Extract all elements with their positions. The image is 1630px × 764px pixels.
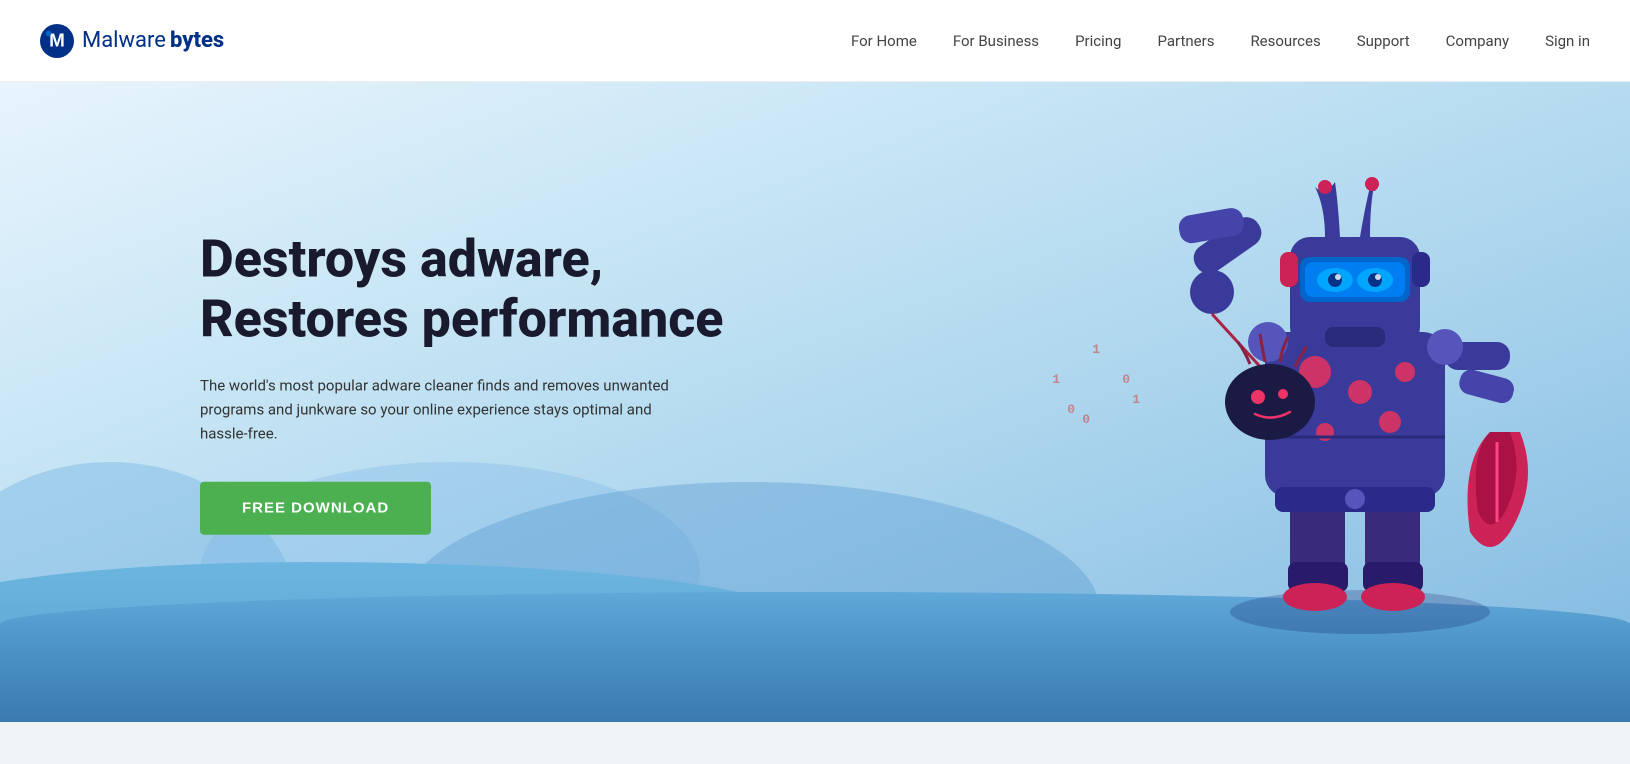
binary-4: 0 bbox=[1082, 412, 1090, 427]
nav-for-business[interactable]: For Business bbox=[953, 32, 1039, 50]
nav-resources[interactable]: Resources bbox=[1250, 32, 1320, 50]
binary-6: 0 bbox=[1067, 402, 1075, 417]
robot-illustration bbox=[1150, 142, 1570, 642]
bottom-strip bbox=[0, 722, 1630, 764]
robot-svg bbox=[1150, 142, 1570, 642]
site-header: M Malwarebytes For Home For Business Pri… bbox=[0, 0, 1630, 82]
hero-title: Destroys adware, Restores performance bbox=[200, 230, 724, 350]
hero-content: Destroys adware, Restores performance Th… bbox=[200, 230, 724, 535]
logo-malware: Malware bbox=[82, 28, 166, 53]
nav-support[interactable]: Support bbox=[1357, 32, 1410, 50]
nav-company[interactable]: Company bbox=[1446, 32, 1509, 50]
hero-section: 1 0 1 0 1 0 Destroys adware, Restores pe… bbox=[0, 82, 1630, 722]
free-download-button[interactable]: FREE DOWNLOAD bbox=[200, 481, 431, 534]
nav-partners[interactable]: Partners bbox=[1157, 32, 1214, 50]
binary-2: 0 bbox=[1122, 372, 1130, 387]
binary-5: 1 bbox=[1052, 372, 1060, 387]
main-nav: For Home For Business Pricing Partners R… bbox=[851, 32, 1590, 50]
logo-bytes: bytes bbox=[170, 28, 224, 53]
nav-pricing[interactable]: Pricing bbox=[1075, 32, 1121, 50]
nav-for-home[interactable]: For Home bbox=[851, 32, 917, 50]
nav-sign-in[interactable]: Sign in bbox=[1545, 32, 1590, 50]
binary-1: 1 bbox=[1092, 342, 1100, 357]
svg-text:M: M bbox=[49, 30, 65, 51]
logo-icon: M bbox=[40, 24, 74, 58]
hero-subtitle: The world's most popular adware cleaner … bbox=[200, 373, 680, 445]
logo[interactable]: M Malwarebytes bbox=[40, 24, 224, 58]
binary-3: 1 bbox=[1132, 392, 1140, 407]
